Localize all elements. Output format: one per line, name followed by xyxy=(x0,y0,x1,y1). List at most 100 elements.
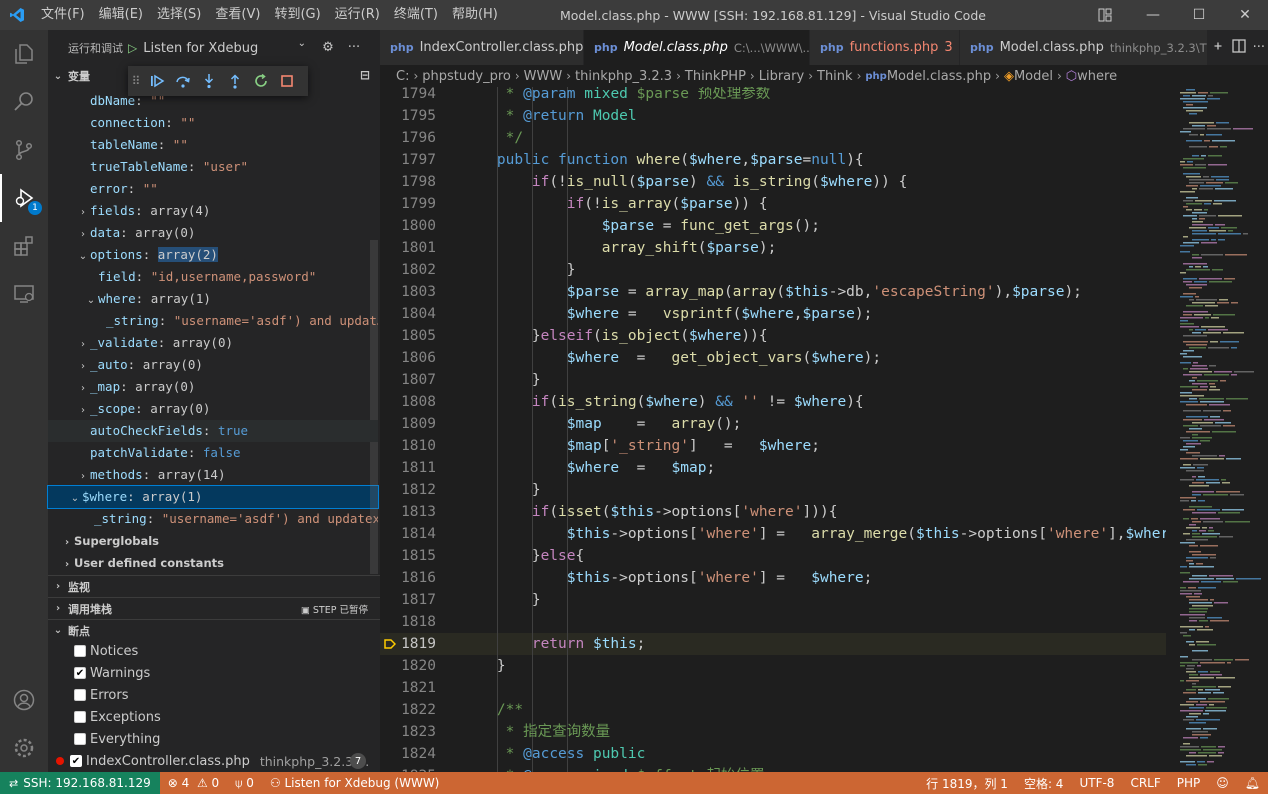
code-line[interactable]: 1823 * 指定查询数量 xyxy=(380,721,1166,743)
menu-help[interactable]: 帮助(H) xyxy=(445,0,505,30)
chevron-down-icon[interactable]: ⌄ xyxy=(84,290,98,310)
code-line[interactable]: 1819 return $this; xyxy=(380,633,1166,655)
breakpoints-section-header[interactable]: ⌄ 断点 xyxy=(48,619,380,641)
breakpoint-row[interactable]: Exceptions xyxy=(48,706,378,728)
code-line[interactable]: 1825 * @param mixed $offset 起始位置 xyxy=(380,765,1166,772)
split-editor-icon[interactable] xyxy=(1231,38,1247,58)
variable-row[interactable]: connection: "" xyxy=(48,112,378,134)
breadcrumb-item[interactable]: Think xyxy=(817,69,853,84)
variable-row[interactable]: trueTableName: "user" xyxy=(48,156,378,178)
code-line[interactable]: 1800 $parse = func_get_args(); xyxy=(380,215,1166,237)
breakpoint-row[interactable]: Errors xyxy=(48,684,378,706)
watch-section-header[interactable]: › 监视 xyxy=(48,575,380,597)
source-control-icon[interactable] xyxy=(0,126,48,174)
more-actions-icon[interactable]: ··· xyxy=(1253,40,1265,55)
code-line[interactable]: 1806 $where = get_object_vars($where); xyxy=(380,347,1166,369)
extensions-icon[interactable] xyxy=(0,222,48,270)
variable-row[interactable]: _string: "username='asdf') and updat… xyxy=(48,310,378,332)
variable-row[interactable]: › _map: array(0) xyxy=(48,376,378,398)
collapse-all-icon[interactable]: ⊟ xyxy=(360,68,370,82)
breakpoint-checkbox[interactable] xyxy=(74,645,86,657)
end-of-line[interactable]: CRLF xyxy=(1122,772,1168,794)
feedback-icon[interactable]: ☺ xyxy=(1208,772,1237,794)
minimize-button[interactable]: — xyxy=(1130,0,1176,30)
code-line[interactable]: 1811 $where = $map; xyxy=(380,457,1166,479)
more-actions-icon[interactable]: ··· xyxy=(346,39,362,55)
maximize-button[interactable]: ☐ xyxy=(1176,0,1222,30)
accounts-icon[interactable] xyxy=(0,676,48,724)
variable-row[interactable]: › _scope: array(0) xyxy=(48,398,378,420)
step-into-icon[interactable] xyxy=(196,66,222,96)
code-line[interactable]: 1810 $map['_string'] = $where; xyxy=(380,435,1166,457)
customize-layout-icon[interactable] xyxy=(1097,7,1113,27)
chevron-right-icon[interactable]: › xyxy=(76,466,90,486)
restart-icon[interactable] xyxy=(248,66,274,96)
stop-icon[interactable] xyxy=(274,66,300,96)
code-line[interactable]: 1803 $parse = array_map(array($this->db,… xyxy=(380,281,1166,303)
code-line[interactable]: 1804 $where = vsprintf($where,$parse); xyxy=(380,303,1166,325)
chevron-down-icon[interactable]: ⌄ xyxy=(76,246,90,266)
variable-row[interactable]: error: "" xyxy=(48,178,378,200)
menu-view[interactable]: 查看(V) xyxy=(208,0,267,30)
remote-indicator[interactable]: ⇄ SSH: 192.168.81.129 xyxy=(0,772,160,794)
code-line[interactable]: 1796 */ xyxy=(380,127,1166,149)
open-changes-icon[interactable] xyxy=(1211,39,1225,57)
chevron-right-icon[interactable]: › xyxy=(76,202,90,222)
breadcrumb-item[interactable]: WWW xyxy=(524,69,563,84)
code-line[interactable]: 1814 $this->options['where'] = array_mer… xyxy=(380,523,1166,545)
tab-model-2[interactable]: php Model.class.php thinkphp_3.2.3\T xyxy=(960,30,1208,65)
menu-selection[interactable]: 选择(S) xyxy=(150,0,208,30)
variable-row[interactable]: tableName: "" xyxy=(48,134,378,156)
code-line[interactable]: 1802 } xyxy=(380,259,1166,281)
debug-config-status[interactable]: ⚇ Listen for Xdebug (WWW) xyxy=(262,772,448,794)
variable-row[interactable]: › fields: array(4) xyxy=(48,200,378,222)
breakpoint-row[interactable]: ✔ Warnings xyxy=(48,662,378,684)
breakpoint-checkbox[interactable]: ✔ xyxy=(70,755,82,767)
code-line[interactable]: 1794 * @param mixed $parse 预处理参数 xyxy=(380,87,1166,105)
remote-explorer-icon[interactable] xyxy=(0,270,48,318)
code-line[interactable]: 1797 public function where($where,$parse… xyxy=(380,149,1166,171)
code-line[interactable]: 1820 } xyxy=(380,655,1166,677)
callstack-section-header[interactable]: › 调用堆栈 ▣ STEP 已暂停 xyxy=(48,597,380,619)
step-over-icon[interactable] xyxy=(170,66,196,96)
breakpoint-file-row[interactable]: ✔ IndexController.class.php thinkphp_3.2… xyxy=(48,750,378,772)
breadcrumb-item[interactable]: Model.class.php xyxy=(887,69,991,84)
superglobals-scope[interactable]: › Superglobals xyxy=(48,530,378,552)
language-mode[interactable]: PHP xyxy=(1169,772,1209,794)
step-out-icon[interactable] xyxy=(222,66,248,96)
variable-row[interactable]: › _auto: array(0) xyxy=(48,354,378,376)
close-window-button[interactable]: ✕ xyxy=(1222,0,1268,30)
variable-row-where[interactable]: ⌄ $where: array(1) xyxy=(47,485,379,509)
code-line[interactable]: 1813 if(isset($this->options['where'])){ xyxy=(380,501,1166,523)
tab-model-active[interactable]: php Model.class.php C:\...\WWW\... × xyxy=(584,30,810,65)
variable-row[interactable]: › methods: array(14) xyxy=(48,464,378,486)
code-line[interactable]: 1801 array_shift($parse); xyxy=(380,237,1166,259)
user-constants-scope[interactable]: › User defined constants xyxy=(48,552,378,574)
menu-edit[interactable]: 编辑(E) xyxy=(92,0,150,30)
breadcrumb-item[interactable]: Model xyxy=(1014,69,1053,84)
ports-indicator[interactable]: ⍦ 0 xyxy=(227,772,262,794)
breakpoint-checkbox[interactable] xyxy=(74,733,86,745)
chevron-right-icon[interactable]: › xyxy=(76,378,90,398)
variable-row[interactable]: field: "id,username,password" xyxy=(48,266,378,288)
settings-gear-icon[interactable] xyxy=(0,724,48,772)
variable-row-where-string[interactable]: _string: "username='asdf') and updatex… xyxy=(48,508,378,530)
variable-row[interactable]: patchValidate: false xyxy=(48,442,378,464)
breadcrumb-item[interactable]: where xyxy=(1077,69,1117,84)
code-line[interactable]: 1822 /** xyxy=(380,699,1166,721)
breadcrumb-item[interactable]: C: xyxy=(396,69,409,84)
code-line[interactable]: 1795 * @return Model xyxy=(380,105,1166,127)
continue-icon[interactable] xyxy=(144,66,170,96)
explorer-icon[interactable] xyxy=(0,30,48,78)
menu-go[interactable]: 转到(G) xyxy=(267,0,327,30)
code-line[interactable]: 1808 if(is_string($where) && '' != $wher… xyxy=(380,391,1166,413)
encoding[interactable]: UTF-8 xyxy=(1071,772,1122,794)
chevron-right-icon[interactable]: › xyxy=(76,400,90,420)
minimap[interactable] xyxy=(1166,87,1268,772)
drag-handle-icon[interactable]: ⠿ xyxy=(128,66,144,96)
code-line[interactable]: 1812 } xyxy=(380,479,1166,501)
debug-config-select[interactable]: ▷ Listen for Xdebug ⌄ xyxy=(128,38,310,58)
start-debug-icon[interactable]: ▷ xyxy=(128,41,137,55)
breadcrumb-item[interactable]: ThinkPHP xyxy=(685,69,746,84)
breakpoint-row[interactable]: Notices xyxy=(48,640,378,662)
